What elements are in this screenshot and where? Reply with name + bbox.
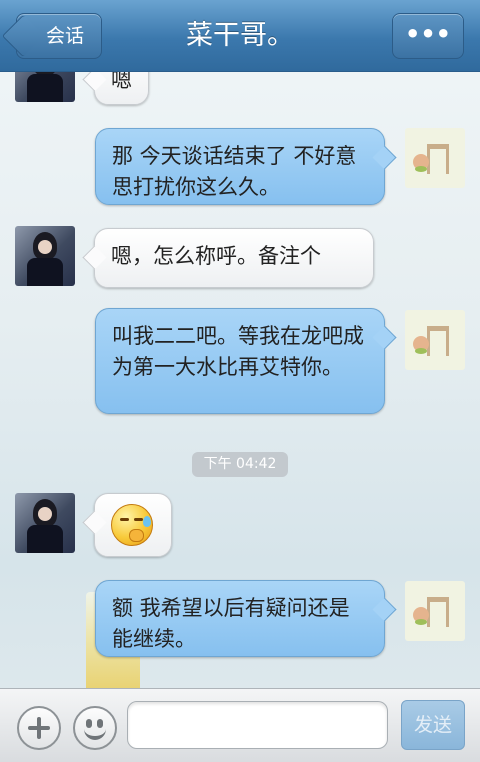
- input-toolbar: 发送: [0, 688, 480, 762]
- send-button[interactable]: 发送: [401, 700, 465, 750]
- my-avatar[interactable]: [405, 128, 465, 188]
- message-text: 额 我希望以后有疑问还是能继续。: [112, 596, 350, 651]
- message-text: 嗯，怎么称呼。备注个: [111, 244, 321, 268]
- message-text: 那 今天谈话结束了 不好意思打扰你这么久。: [112, 144, 357, 199]
- emoji-picker-button[interactable]: [73, 706, 117, 750]
- message-input[interactable]: [127, 701, 388, 749]
- thinking-sweat-emoji-icon: [109, 502, 155, 548]
- message-bubble-outgoing[interactable]: 那 今天谈话结束了 不好意思打扰你这么久。: [95, 128, 385, 205]
- chat-title: 菜干哥。: [186, 20, 294, 51]
- message-bubble-incoming[interactable]: [94, 493, 172, 557]
- my-avatar[interactable]: [405, 310, 465, 370]
- timestamp-label: 下午 04:42: [192, 452, 288, 477]
- back-arrow-icon: [1, 14, 45, 58]
- message-bubble-incoming[interactable]: 嗯: [94, 72, 149, 105]
- more-dots-icon: •••: [404, 20, 452, 48]
- contact-avatar[interactable]: [15, 72, 75, 102]
- add-attachment-button[interactable]: [17, 706, 61, 750]
- message-text: 叫我二二吧。等我在龙吧成为第一大水比再艾特你。: [112, 324, 364, 379]
- back-button[interactable]: 会话: [1, 13, 102, 59]
- more-options-button[interactable]: •••: [392, 13, 464, 59]
- contact-avatar[interactable]: [15, 493, 75, 553]
- nav-bar: 会话 菜干哥。 •••: [0, 0, 480, 72]
- smiley-icon: [86, 719, 92, 728]
- message-bubble-incoming[interactable]: 嗯，怎么称呼。备注个: [94, 228, 374, 288]
- message-text: 嗯: [111, 72, 132, 92]
- message-list[interactable]: 嗯 那 今天谈话结束了 不好意思打扰你这么久。 嗯，怎么称呼。备注个 叫我二二吧…: [0, 72, 480, 688]
- message-bubble-outgoing[interactable]: 叫我二二吧。等我在龙吧成为第一大水比再艾特你。: [95, 308, 385, 414]
- contact-avatar[interactable]: [15, 226, 75, 286]
- my-avatar[interactable]: [405, 581, 465, 641]
- back-button-label: 会话: [45, 25, 84, 47]
- message-bubble-outgoing[interactable]: 额 我希望以后有疑问还是能继续。: [95, 580, 385, 657]
